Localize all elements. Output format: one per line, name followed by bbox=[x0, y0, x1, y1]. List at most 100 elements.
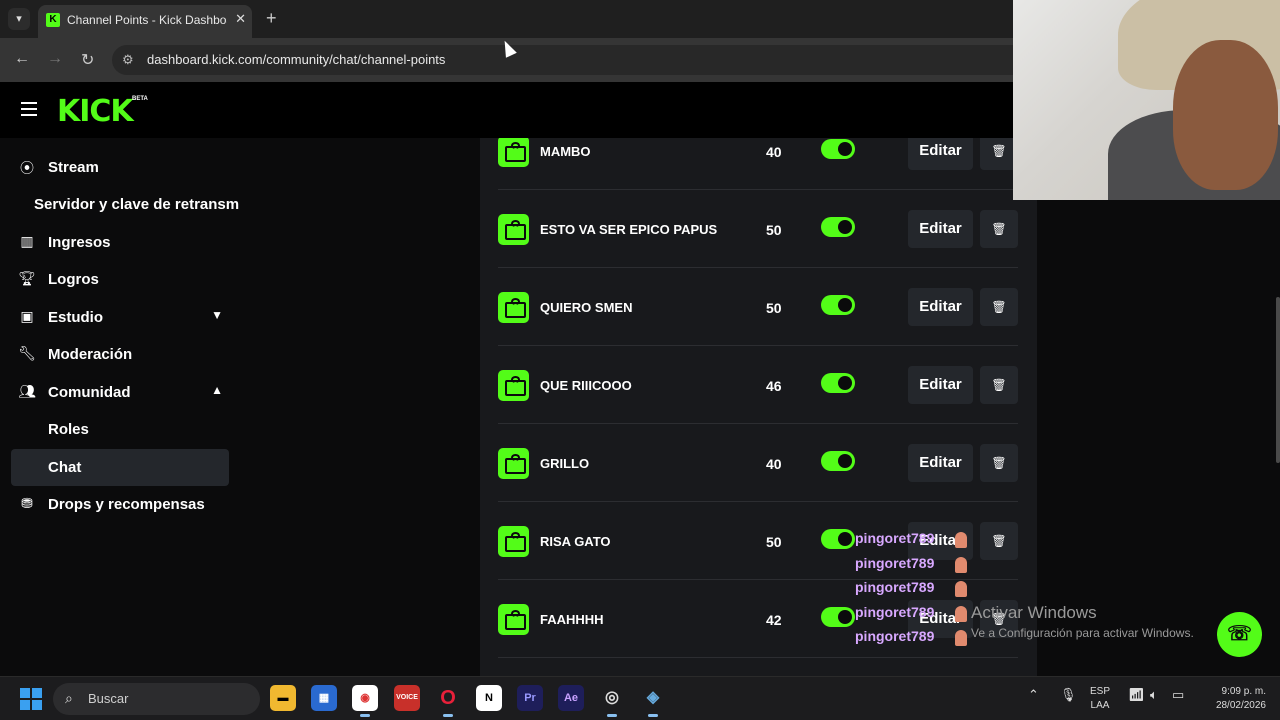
reward-toggle[interactable] bbox=[821, 451, 855, 471]
trash-icon[interactable]: 🗑︎ bbox=[980, 288, 1018, 326]
reward-icon bbox=[498, 448, 529, 479]
reward-icon bbox=[498, 138, 529, 167]
trash-icon[interactable]: 🗑︎ bbox=[980, 522, 1018, 560]
windows-start-icon[interactable] bbox=[20, 688, 42, 710]
drops-icon: ⛃ bbox=[21, 495, 33, 511]
edit-button[interactable]: Editar bbox=[908, 210, 973, 248]
reward-row: QUIERO SMEN 50 Editar 🗑︎ bbox=[498, 268, 1018, 346]
battery-icon[interactable]: ▭ bbox=[1172, 687, 1184, 703]
wifi-icon[interactable]: 📶︎ bbox=[1128, 687, 1145, 703]
reward-name: FAAHHHH bbox=[540, 612, 604, 627]
watermark-title: Activar Windows bbox=[971, 603, 1097, 622]
trash-icon[interactable]: 🗑︎ bbox=[980, 444, 1018, 482]
chrome-icon[interactable]: ◉ bbox=[352, 685, 378, 717]
sidebar-item-moderacion[interactable]: 🔧︎ Moderación bbox=[11, 336, 229, 373]
chat-username: pingoret789 bbox=[855, 579, 970, 604]
sidebar-item-logros[interactable]: 🏆︎ Logros bbox=[11, 261, 229, 298]
reward-toggle[interactable] bbox=[821, 607, 855, 627]
sidebar-item-chat[interactable]: Chat bbox=[11, 449, 229, 486]
reward-icon bbox=[498, 370, 529, 401]
sidebar-item-label: Logros bbox=[48, 271, 99, 288]
reload-icon[interactable]: ↻ bbox=[81, 50, 94, 70]
language-indicator[interactable]: ESP LAA bbox=[1090, 685, 1110, 713]
edit-button[interactable]: Editar bbox=[908, 444, 973, 482]
file-explorer-icon[interactable]: ▬ bbox=[270, 685, 296, 711]
store-icon[interactable]: ▦ bbox=[311, 685, 337, 711]
page-scrollbar[interactable] bbox=[1276, 297, 1280, 463]
reward-cost: 50 bbox=[766, 300, 782, 316]
sidebar-item-comunidad[interactable]: 👥︎ Comunidad ▲ bbox=[11, 374, 229, 411]
edit-button[interactable]: Editar bbox=[908, 288, 973, 326]
reward-row: GRILLO 40 Editar 🗑︎ bbox=[498, 424, 1018, 502]
reward-icon bbox=[498, 214, 529, 245]
chat-username: pingoret789 bbox=[855, 628, 970, 653]
reward-toggle[interactable] bbox=[821, 529, 855, 549]
reward-cost: 46 bbox=[766, 378, 782, 394]
trash-icon[interactable]: 🗑︎ bbox=[980, 210, 1018, 248]
after-effects-icon[interactable]: Ae bbox=[558, 685, 584, 711]
reward-row: ESTO VA SER EPICO PAPUS 50 Editar 🗑︎ bbox=[498, 190, 1018, 268]
reward-row: QUE RIIICOOO 46 Editar 🗑︎ bbox=[498, 346, 1018, 424]
reward-toggle[interactable] bbox=[821, 217, 855, 237]
right-empty-area bbox=[1037, 138, 1280, 676]
sidebar-item-estudio[interactable]: ▣ Estudio ▼ bbox=[11, 299, 229, 336]
reward-cost: 50 bbox=[766, 222, 782, 238]
reward-cost: 50 bbox=[766, 534, 782, 550]
site-settings-icon[interactable]: ⚙ bbox=[122, 52, 134, 68]
trash-icon[interactable]: 🗑︎ bbox=[980, 366, 1018, 404]
kick-logo[interactable]: KICK bbox=[57, 94, 134, 129]
sidebar-item-ingresos[interactable]: ▥ Ingresos bbox=[11, 224, 229, 261]
sidebar-item-label: Servidor y clave de retransm bbox=[34, 196, 240, 213]
studio-icon: ▣ bbox=[20, 308, 34, 324]
sidebar-item-server-key[interactable]: Servidor y clave de retransm bbox=[11, 186, 239, 223]
clock-time: 9:09 p. m. bbox=[1221, 686, 1266, 697]
sidebar-item-label: Estudio bbox=[48, 309, 103, 326]
volume-icon[interactable]: 🔈︎ bbox=[1150, 687, 1158, 703]
sidebar-item-drops[interactable]: ⛃ Drops y recompensas bbox=[11, 486, 229, 523]
reward-toggle[interactable] bbox=[821, 295, 855, 315]
chevron-up-icon[interactable]: ▲ bbox=[211, 383, 223, 397]
taskbar-clock[interactable]: 9:09 p. m. 28/02/2026 bbox=[1196, 685, 1266, 713]
premiere-icon[interactable]: Pr bbox=[517, 685, 543, 711]
clock-date: 28/02/2026 bbox=[1215, 700, 1266, 711]
menu-icon[interactable] bbox=[21, 102, 37, 120]
back-icon[interactable]: ← bbox=[14, 50, 30, 68]
close-tab-icon[interactable]: ✕ bbox=[235, 11, 246, 27]
chat-username: pingoret789 bbox=[855, 555, 970, 580]
forward-icon[interactable]: → bbox=[47, 50, 63, 68]
reward-name: MAMBO bbox=[540, 144, 591, 159]
beta-badge: BETA bbox=[132, 96, 148, 102]
reward-icon bbox=[498, 526, 529, 557]
chevron-down-icon[interactable]: ▼ bbox=[211, 308, 223, 322]
new-tab-icon[interactable]: + bbox=[266, 8, 277, 29]
reward-name: QUE RIIICOOO bbox=[540, 378, 632, 393]
notion-icon[interactable]: N bbox=[476, 685, 502, 711]
chat-username: pingoret789 bbox=[855, 530, 970, 555]
reward-toggle[interactable] bbox=[821, 373, 855, 393]
sidebar: ⦿ Stream Servidor y clave de retransm ▥ … bbox=[0, 138, 245, 676]
browser-tab[interactable]: K Channel Points - Kick Dashboard ✕ bbox=[38, 5, 252, 38]
edit-button[interactable]: Editar bbox=[908, 138, 973, 170]
opera-icon[interactable]: O bbox=[435, 685, 461, 717]
support-chat-icon[interactable]: ☏ bbox=[1217, 612, 1262, 657]
search-placeholder: Buscar bbox=[88, 691, 129, 706]
reward-icon bbox=[498, 604, 529, 635]
chevron-up-icon[interactable]: ⌃ bbox=[1028, 687, 1039, 703]
taskbar-search[interactable]: ⌕ Buscar bbox=[53, 683, 260, 715]
browser-tab-strip: ▾ K Channel Points - Kick Dashboard ✕ + bbox=[0, 0, 1013, 38]
sidebar-item-label: Ingresos bbox=[48, 234, 111, 251]
sidebar-item-label: Roles bbox=[48, 421, 89, 438]
edit-button[interactable]: Editar bbox=[908, 366, 973, 404]
voicemeeter-icon[interactable]: VOICE bbox=[394, 685, 420, 711]
sidebar-item-stream[interactable]: ⦿ Stream bbox=[11, 149, 229, 186]
microphone-icon[interactable]: 🎙︎ bbox=[1060, 687, 1077, 703]
sidebar-item-roles[interactable]: Roles bbox=[11, 411, 229, 448]
obs-icon[interactable]: ◎ bbox=[599, 685, 625, 717]
reward-name: GRILLO bbox=[540, 456, 590, 471]
address-bar[interactable]: ⚙ dashboard.kick.com/community/chat/chan… bbox=[112, 45, 1013, 75]
tab-list-button[interactable]: ▾ bbox=[8, 8, 30, 30]
webcam-overlay bbox=[1013, 0, 1280, 200]
app-diamond-icon[interactable]: ◈ bbox=[640, 685, 666, 717]
reward-toggle[interactable] bbox=[821, 139, 855, 159]
broadcast-icon: ⦿ bbox=[20, 160, 34, 176]
